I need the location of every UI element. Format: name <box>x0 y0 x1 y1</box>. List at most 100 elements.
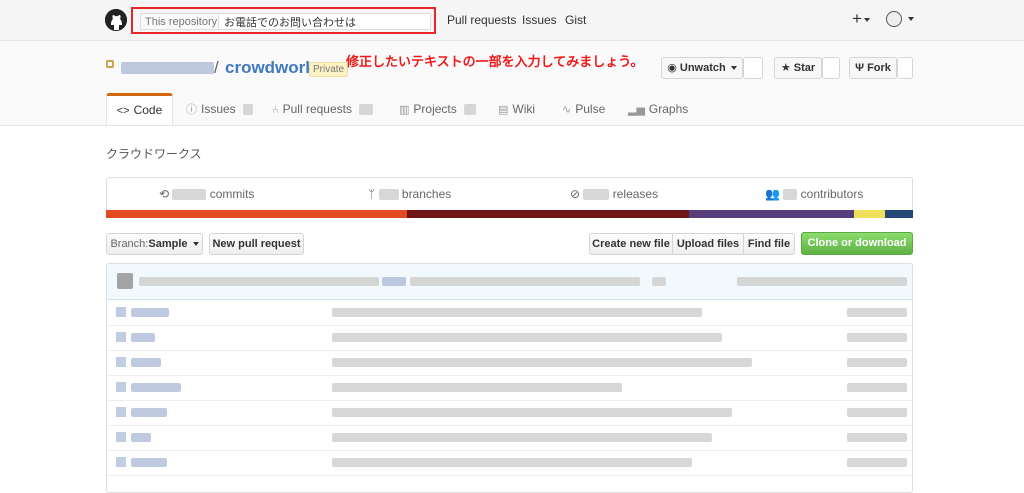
search-input[interactable] <box>218 13 431 30</box>
file-commit-message[interactable] <box>332 408 732 417</box>
language-segment <box>885 210 913 218</box>
fork-label: Fork <box>867 62 891 74</box>
caret-down-icon <box>192 242 199 247</box>
watch-button[interactable]: ◉ Unwatch <box>661 57 743 79</box>
tab-code[interactable]: <> Code <box>106 93 173 125</box>
file-commit-message[interactable] <box>332 433 712 442</box>
find-file-button[interactable]: Find file <box>743 233 795 255</box>
commit-message-rest <box>410 277 640 286</box>
file-name[interactable] <box>131 383 181 392</box>
code-icon: <> <box>116 105 130 117</box>
avatar[interactable] <box>117 273 133 289</box>
new-pull-request-button[interactable]: New pull request <box>209 233 304 255</box>
github-logo-icon[interactable] <box>105 9 127 31</box>
tab-wiki[interactable]: ▤ Wiki <box>498 93 535 125</box>
caret-down-icon[interactable] <box>908 17 914 21</box>
directory-icon <box>116 332 126 342</box>
table-row[interactable] <box>107 300 912 326</box>
table-row[interactable] <box>107 400 912 426</box>
star-label: Star <box>793 62 816 74</box>
upload-files-button[interactable]: Upload files <box>672 233 744 255</box>
avatar[interactable] <box>886 11 902 27</box>
issues-count <box>243 104 254 116</box>
table-row[interactable] <box>107 350 912 376</box>
star-button[interactable]: ★ Star <box>774 57 822 79</box>
tab-graphs[interactable]: ▂▅ Graphs <box>628 93 688 125</box>
fork-button[interactable]: Ψ Fork <box>849 57 897 79</box>
issue-opened-icon: ⓘ <box>186 104 197 116</box>
fork-count[interactable] <box>897 57 913 79</box>
file-commit-message[interactable] <box>332 358 752 367</box>
file-commit-message[interactable] <box>332 383 622 392</box>
language-segment <box>689 210 854 218</box>
directory-icon <box>116 357 126 367</box>
file-commit-message[interactable] <box>332 308 702 317</box>
star-icon: ★ <box>780 62 791 74</box>
repo-nav-tabs: <> Code ⓘ Issues ⑃ Pull requests ▥ Projects … <box>106 93 916 125</box>
nav-pull-requests[interactable]: Pull requests <box>447 13 516 27</box>
file-name[interactable] <box>131 333 155 342</box>
pulse-icon: ∿ <box>562 104 572 116</box>
create-new-menu[interactable]: + <box>852 9 870 29</box>
directory-icon <box>116 307 126 317</box>
language-segment <box>854 210 885 218</box>
tab-issues[interactable]: ⓘ Issues <box>186 93 254 125</box>
contributors-link[interactable]: 👥 contributors <box>765 187 863 201</box>
tab-projects[interactable]: ▥ Projects <box>399 93 477 125</box>
star-count[interactable] <box>822 57 840 79</box>
caret-down-icon <box>863 17 870 22</box>
table-row[interactable] <box>107 450 912 476</box>
language-segment <box>106 210 407 218</box>
commits-link[interactable]: ⟲ commits <box>159 187 254 201</box>
tab-pulse[interactable]: ∿ Pulse <box>562 93 605 125</box>
releases-count <box>583 189 610 201</box>
tab-pull-requests[interactable]: ⑃ Pull requests <box>272 93 374 125</box>
table-row[interactable] <box>107 425 912 451</box>
file-age <box>847 408 907 417</box>
branch-select[interactable]: Branch:Sample <box>106 233 203 255</box>
commit-sha[interactable] <box>382 277 406 286</box>
file-commit-message[interactable] <box>332 458 692 467</box>
git-pull-request-icon: ⑃ <box>272 104 279 116</box>
tag-icon: ⊘ <box>570 187 581 201</box>
file-age <box>847 458 907 467</box>
commit-message[interactable] <box>139 277 379 286</box>
language-bar[interactable] <box>106 210 913 218</box>
project-icon: ▥ <box>399 104 410 116</box>
directory-icon <box>116 407 126 417</box>
file-name[interactable] <box>131 433 151 442</box>
repo-owner-link[interactable] <box>121 62 214 74</box>
file-name[interactable] <box>131 408 167 417</box>
projects-count <box>464 104 477 116</box>
branches-link[interactable]: ᛘ branches <box>368 187 451 201</box>
eye-icon: ◉ <box>667 62 677 74</box>
search-highlight-box: This repository <box>131 7 436 34</box>
book-icon: ▤ <box>498 104 509 116</box>
file-commit-message[interactable] <box>332 333 722 342</box>
pull-requests-count <box>359 104 374 116</box>
latest-commit-row <box>107 264 912 300</box>
table-row[interactable] <box>107 375 912 401</box>
nav-issues[interactable]: Issues <box>522 13 557 27</box>
file-name[interactable] <box>131 458 167 467</box>
lock-icon <box>106 60 114 68</box>
contributors-count <box>783 189 798 201</box>
clone-or-download-button[interactable]: Clone or download <box>801 232 913 267</box>
file-name[interactable] <box>131 358 161 367</box>
directory-icon <box>116 432 126 442</box>
create-new-file-button[interactable]: Create new file <box>589 233 673 255</box>
watch-count[interactable] <box>743 57 763 79</box>
caret-down-icon <box>730 66 737 71</box>
nav-gist[interactable]: Gist <box>565 13 586 27</box>
numbers-summary: ⟲ commits ᛘ branches ⊘ releases 👥 contri… <box>106 177 913 210</box>
plus-icon: + <box>852 9 862 28</box>
branches-count <box>378 189 399 201</box>
file-age <box>847 333 907 342</box>
file-list <box>106 263 913 493</box>
people-icon: 👥 <box>765 187 780 201</box>
releases-link[interactable]: ⊘ releases <box>570 187 658 201</box>
file-name[interactable] <box>131 308 169 317</box>
repo-description: クラウドワークス <box>106 147 202 161</box>
table-row[interactable] <box>107 325 912 351</box>
file-age <box>847 308 907 317</box>
